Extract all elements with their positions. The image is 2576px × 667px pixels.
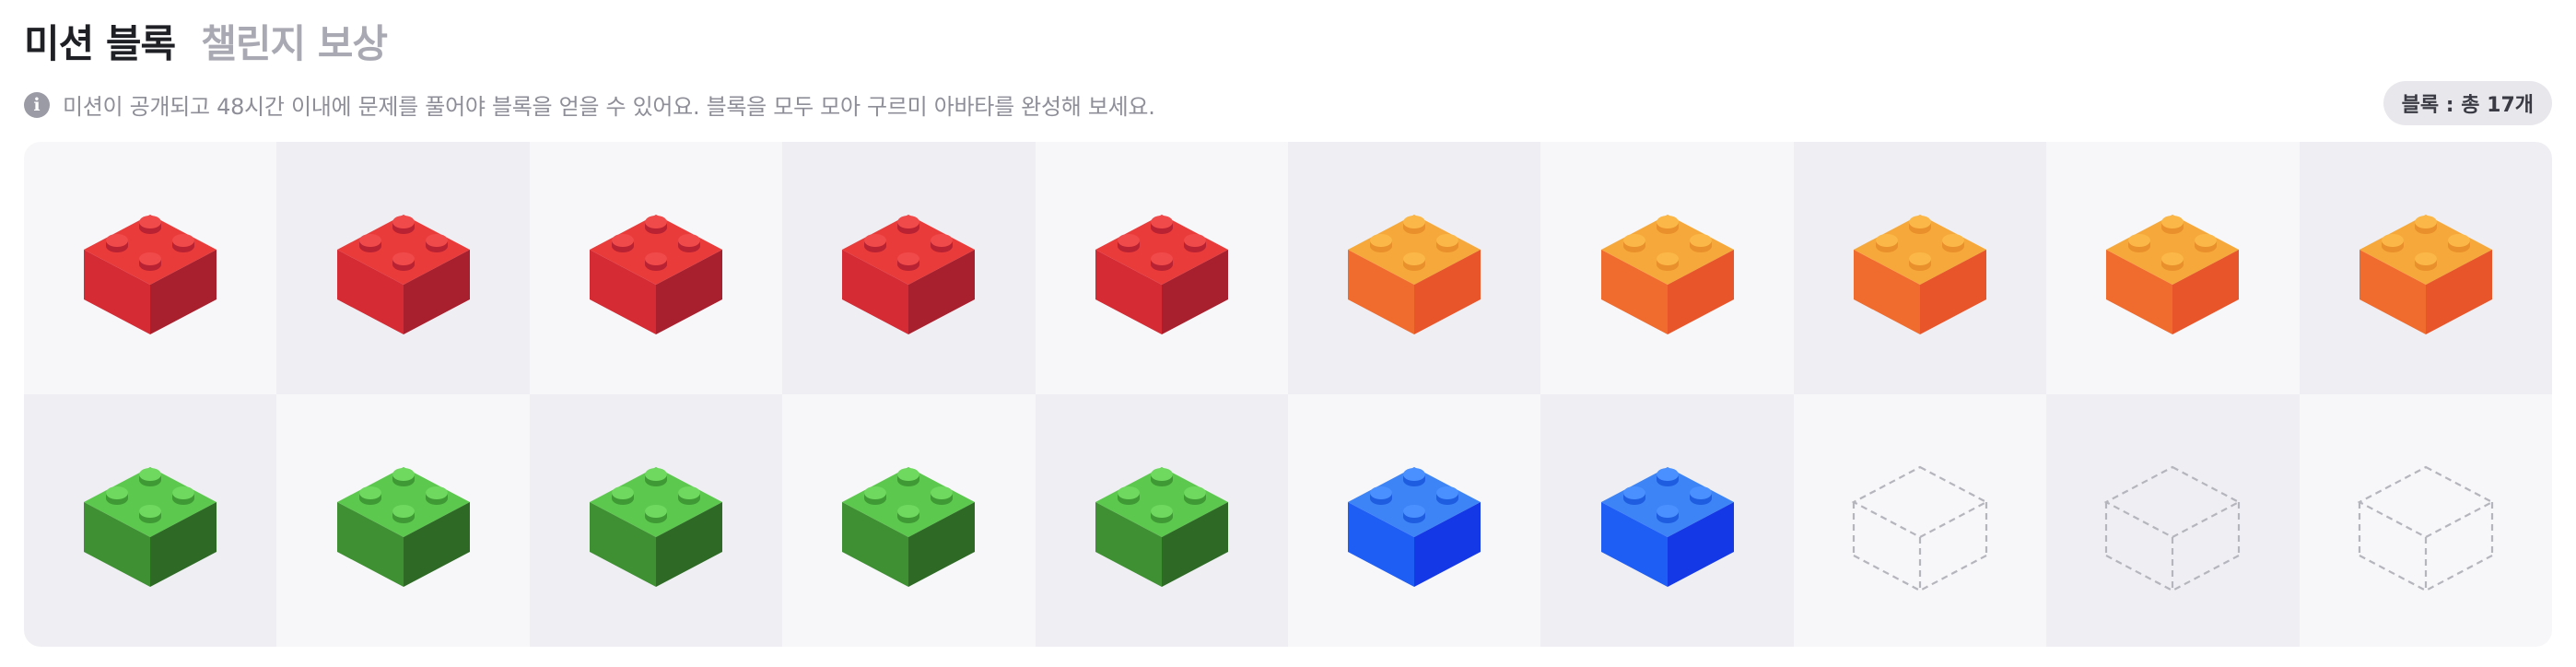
- block-slot-collected: [1035, 394, 1288, 647]
- orange-block-icon: [1853, 215, 1986, 334]
- block-slot-collected: [2299, 142, 2552, 394]
- green-block-icon: [1095, 467, 1228, 587]
- block-grid: [24, 142, 2552, 647]
- block-slot-collected: [24, 394, 277, 647]
- block-slot-empty: [2046, 394, 2300, 647]
- block-slot-collected: [24, 142, 277, 394]
- red-block-icon: [1095, 215, 1228, 334]
- empty-block-icon: [2357, 465, 2495, 592]
- red-block-icon: [589, 215, 722, 334]
- block-slot-collected: [2046, 142, 2300, 394]
- orange-block-icon: [2359, 215, 2492, 334]
- empty-block-icon: [1851, 465, 1989, 592]
- green-block-icon: [336, 467, 470, 587]
- block-slot-collected: [276, 394, 530, 647]
- block-slot-collected: [529, 394, 783, 647]
- block-slot-empty: [2299, 394, 2552, 647]
- block-slot-collected: [1793, 142, 2047, 394]
- green-block-icon: [589, 467, 722, 587]
- block-slot-collected: [1540, 394, 1794, 647]
- info-text: 미션이 공개되고 48시간 이내에 문제를 풀어야 블록을 얻을 수 있어요. …: [63, 94, 1155, 120]
- block-slot-collected: [782, 142, 1036, 394]
- block-slot-collected: [1540, 142, 1794, 394]
- block-slot-collected: [1035, 142, 1288, 394]
- tab-bar: 미션 블록 챌린지 보상: [24, 13, 388, 69]
- block-slot-collected: [529, 142, 783, 394]
- red-block-icon: [842, 215, 976, 334]
- green-block-icon: [84, 467, 217, 587]
- tab-mission-blocks[interactable]: 미션 블록: [24, 13, 176, 69]
- orange-block-icon: [1348, 215, 1481, 334]
- info-notice: i 미션이 공개되고 48시간 이내에 문제를 풀어야 블록을 얻을 수 있어요…: [24, 88, 1155, 121]
- blue-block-icon: [1348, 467, 1481, 587]
- orange-block-icon: [2106, 215, 2240, 334]
- tab-challenge-rewards[interactable]: 챌린지 보상: [201, 13, 388, 69]
- block-slot-collected: [276, 142, 530, 394]
- block-count-badge: 블록 : 총 17개: [2383, 81, 2552, 125]
- blue-block-icon: [1600, 467, 1734, 587]
- block-slot-empty: [1793, 394, 2047, 647]
- block-slot-collected: [1287, 142, 1541, 394]
- info-icon: i: [24, 91, 50, 118]
- orange-block-icon: [1600, 215, 1734, 334]
- block-slot-collected: [1287, 394, 1541, 647]
- red-block-icon: [84, 215, 217, 334]
- green-block-icon: [842, 467, 976, 587]
- empty-block-icon: [2104, 465, 2242, 592]
- red-block-icon: [336, 215, 470, 334]
- block-slot-collected: [782, 394, 1036, 647]
